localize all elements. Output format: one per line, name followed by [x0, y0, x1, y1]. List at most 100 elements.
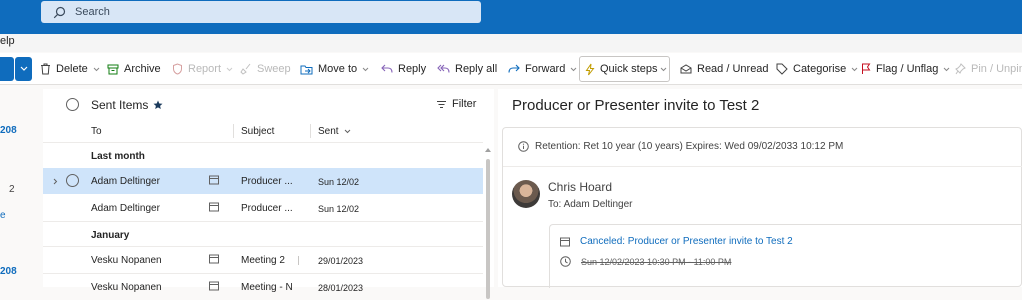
archive-button[interactable]: Archive: [107, 53, 161, 85]
broom-icon: [240, 63, 251, 75]
list-scrollbar[interactable]: [485, 147, 491, 299]
calendar-icon: [560, 237, 570, 246]
pin-unpin-button[interactable]: Pin / Unpin: [955, 53, 1022, 85]
filter-icon: [437, 100, 446, 108]
divider: [43, 142, 483, 143]
pin-icon: [955, 63, 966, 75]
calendar-icon: [209, 202, 219, 212]
reply-all-button[interactable]: Reply all: [437, 53, 497, 85]
archive-label: Archive: [124, 63, 161, 75]
chevron-down-icon: [93, 67, 100, 71]
folder-partial-label[interactable]: e: [0, 210, 6, 221]
report-button[interactable]: Report: [172, 53, 233, 85]
read-unread-button[interactable]: Read / Unread: [680, 53, 769, 85]
row-to: Adam Deltinger: [91, 203, 160, 214]
retention-text: Retention: Ret 10 year (10 years) Expire…: [535, 141, 844, 152]
column-subject[interactable]: Subject: [241, 126, 274, 137]
report-label: Report: [188, 63, 222, 75]
new-mail-dropdown[interactable]: [15, 57, 32, 81]
flag-unflag-button[interactable]: Flag / Unflag: [861, 53, 950, 85]
search-box[interactable]: Search: [41, 1, 481, 23]
column-sent-label: Sent: [318, 126, 339, 137]
search-icon: [53, 6, 66, 18]
reply-icon: [381, 64, 393, 73]
shield-icon: [173, 63, 182, 75]
column-divider[interactable]: [310, 124, 311, 138]
caret-up-icon[interactable]: [485, 147, 491, 152]
chevron-down-icon: [362, 67, 369, 71]
quick-steps-button[interactable]: Quick steps: [585, 53, 657, 85]
folder-count[interactable]: 208: [0, 266, 17, 277]
folder-title: Sent Items: [91, 98, 149, 112]
row-to: Vesku Nopanen: [91, 255, 162, 266]
row-sent: Sun 12/02: [318, 177, 360, 187]
row-subject: Meeting 2: [241, 255, 285, 266]
reply-label: Reply: [398, 63, 427, 75]
folder-count[interactable]: 208: [0, 125, 17, 136]
sender-name[interactable]: Chris Hoard: [548, 180, 612, 194]
search-placeholder: Search: [75, 6, 110, 18]
group-header[interactable]: Last month: [91, 151, 145, 162]
menu-help-tab[interactable]: elp: [0, 35, 15, 47]
star-icon[interactable]: [153, 100, 163, 110]
folder-count[interactable]: 2: [9, 184, 15, 195]
select-all-checkbox[interactable]: [66, 98, 79, 111]
column-to[interactable]: To: [91, 126, 102, 137]
new-mail-button[interactable]: [0, 57, 14, 81]
list-item[interactable]: Vesku Nopanen Meeting - N 28/01/2023: [43, 274, 483, 300]
move-to-button[interactable]: Move to: [300, 53, 369, 85]
divider: [43, 221, 483, 222]
chevron-down-icon: [344, 129, 350, 134]
message-card: Retention: Ret 10 year (10 years) Expire…: [502, 127, 1022, 288]
chevron-right-icon[interactable]: [53, 178, 58, 185]
row-sent: Sun 12/02: [318, 204, 360, 214]
list-item[interactable]: Vesku Nopanen Meeting 2 29/01/2023: [43, 247, 483, 273]
forward-icon: [508, 64, 520, 73]
list-item[interactable]: Adam Deltinger Producer ... Sun 12/02: [43, 168, 483, 194]
info-icon: [518, 141, 529, 152]
divider: [298, 256, 299, 265]
calendar-icon: [209, 175, 219, 185]
row-checkbox[interactable]: [66, 174, 79, 187]
top-bar: Search: [0, 0, 1022, 34]
sweep-button[interactable]: Sweep: [240, 53, 291, 85]
flag-unflag-label: Flag / Unflag: [876, 63, 939, 75]
meeting-card[interactable]: Canceled: Producer or Presenter invite t…: [549, 224, 1022, 288]
clock-icon: [560, 256, 571, 267]
recipient-line: To: Adam Deltinger: [548, 199, 633, 210]
trash-icon: [41, 63, 50, 75]
lightning-icon: [585, 63, 595, 75]
categorise-label: Categorise: [793, 63, 847, 75]
row-subject: Producer ...: [241, 203, 293, 214]
meeting-time: Sun 12/02/2023 10:30 PM - 11:00 PM: [560, 256, 731, 267]
message-subject: Producer or Presenter invite to Test 2: [512, 97, 760, 114]
forward-label: Forward: [525, 63, 566, 75]
menu-bar: elp: [0, 34, 1022, 52]
group-header[interactable]: January: [91, 230, 129, 241]
reply-button[interactable]: Reply: [381, 53, 426, 85]
meeting-title[interactable]: Canceled: Producer or Presenter invite t…: [560, 236, 793, 247]
row-sent: 29/01/2023: [318, 256, 364, 266]
column-sent[interactable]: Sent: [318, 126, 351, 137]
chevron-down-icon: [851, 67, 858, 71]
filter-button[interactable]: Filter: [436, 98, 476, 110]
scrollbar-thumb[interactable]: [486, 159, 490, 299]
tag-icon: [776, 63, 788, 75]
meeting-title-text: Canceled: Producer or Presenter invite t…: [580, 236, 793, 247]
quick-steps-dropdown[interactable]: [660, 53, 672, 85]
row-sent: 28/01/2023: [318, 283, 364, 293]
divider: [503, 166, 1022, 167]
sweep-label: Sweep: [257, 63, 291, 75]
list-item[interactable]: Adam Deltinger Producer ... Sun 12/02: [43, 195, 483, 221]
categorise-button[interactable]: Categorise: [776, 53, 858, 85]
chevron-down-icon: [660, 67, 667, 71]
read-unread-label: Read / Unread: [697, 63, 769, 75]
delete-button[interactable]: Delete: [40, 53, 100, 85]
ribbon-toolbar: Delete Archive Report Sweep Move to Repl…: [0, 53, 1022, 85]
column-divider[interactable]: [233, 124, 234, 138]
reply-all-label: Reply all: [455, 63, 498, 75]
forward-button[interactable]: Forward: [508, 53, 577, 85]
filter-label: Filter: [452, 98, 477, 110]
reading-pane: Producer or Presenter invite to Test 2 R…: [498, 89, 1022, 288]
avatar[interactable]: [512, 180, 540, 208]
